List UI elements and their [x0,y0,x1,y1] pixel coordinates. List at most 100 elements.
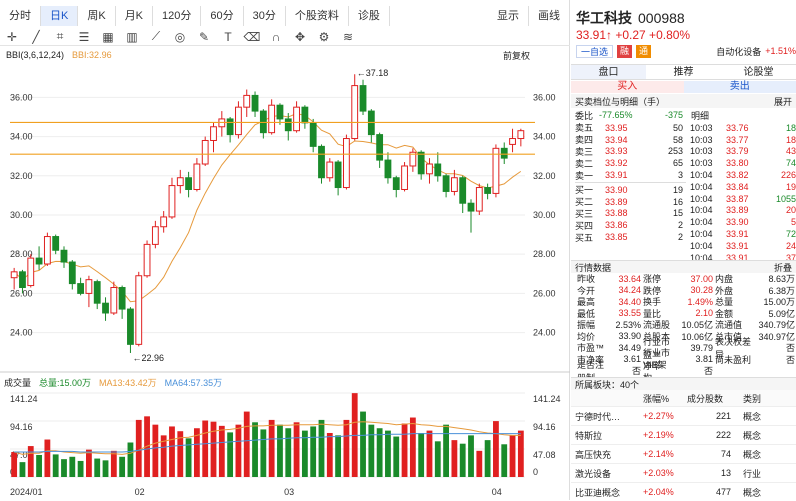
bars-icon[interactable]: ▥ [120,30,144,44]
volume-bar[interactable] [119,457,125,477]
gear-icon[interactable]: ⚙ [312,30,336,44]
tab-6[interactable]: 30分 [244,6,286,26]
tab-4[interactable]: 120分 [153,6,201,26]
volume-bar[interactable] [518,431,524,477]
candle[interactable] [28,254,34,287]
eraser-icon[interactable]: ⌫ [240,30,264,44]
volume-bar[interactable] [211,422,217,477]
level-row[interactable]: 买三33.8815 [575,208,686,220]
candle[interactable] [219,111,225,136]
candle[interactable] [485,184,491,200]
candle[interactable] [260,109,266,138]
level-row[interactable]: 卖一33.913 [575,169,686,181]
volume-bar[interactable] [418,433,424,477]
candle[interactable] [277,103,283,125]
volume-bar[interactable] [202,421,208,477]
candle[interactable] [402,162,408,191]
tab-3[interactable]: 月K [116,6,153,26]
volume-bar[interactable] [219,426,225,477]
candle[interactable] [302,105,308,129]
candle[interactable] [119,286,125,319]
volume-bar[interactable] [476,451,482,477]
candle[interactable] [310,119,316,152]
volume-bar[interactable] [410,418,416,477]
volume-bar[interactable] [402,423,408,477]
volume-bar[interactable] [385,431,391,477]
fold-button[interactable]: 折叠 [774,261,792,273]
candle[interactable] [161,211,167,233]
volume-bar[interactable] [152,425,158,477]
candle[interactable] [435,152,441,181]
candle[interactable] [94,280,100,309]
volume-bar[interactable] [319,420,325,477]
volume-bar[interactable] [20,462,26,477]
candle[interactable] [377,133,383,168]
volume-bar[interactable] [44,440,50,477]
volume-bar[interactable] [111,451,117,477]
volume-bar[interactable] [485,440,491,477]
candle[interactable] [385,152,391,183]
volume-bar[interactable] [269,420,275,477]
volume-bar[interactable] [393,437,399,477]
volume-bar[interactable] [327,433,333,477]
sector-row[interactable]: 比亚迪概念+2.04%477概念 [571,482,796,501]
list-icon[interactable]: ☰ [72,30,96,44]
candle[interactable] [468,199,474,232]
volume-bar[interactable] [86,450,92,477]
volume-bar[interactable] [78,461,84,477]
level-row[interactable]: 买二33.8916 [575,196,686,208]
price-chart[interactable]: 24.0024.0026.0026.0028.0028.0030.0030.00… [0,62,570,374]
candle[interactable] [78,278,84,296]
candle[interactable] [211,123,217,152]
grid-icon[interactable]: ▦ [96,30,120,44]
volume-bar[interactable] [69,457,75,477]
candle[interactable] [427,158,433,183]
candle[interactable] [460,176,466,213]
tab-5[interactable]: 60分 [201,6,243,26]
volume-bar[interactable] [443,425,449,477]
candle[interactable] [202,137,208,166]
volume-bar[interactable] [28,446,34,477]
volume-bar[interactable] [493,421,499,477]
candle[interactable] [103,297,109,321]
sector-row[interactable]: 激光设备+2.03%13行业 [571,463,796,482]
right-tab-2[interactable]: 论股堂 [721,65,796,79]
sector-row[interactable]: 宁德时代…+2.27%221概念 [571,406,796,425]
tab-1[interactable]: 日K [41,6,78,26]
volume-bar[interactable] [277,425,283,477]
candle[interactable] [44,233,50,266]
candle[interactable] [111,282,117,315]
sector-name[interactable]: 自动化设备 [716,45,761,58]
candle[interactable] [294,101,300,132]
candle[interactable] [410,148,416,172]
volume-bar[interactable] [94,459,100,477]
sector-row[interactable]: 高压快充+2.14%74概念 [571,444,796,463]
volume-bar[interactable] [236,425,242,477]
candle[interactable] [327,158,333,182]
volume-bar[interactable] [36,455,42,477]
sell-button[interactable]: 卖出 [684,81,796,93]
candle[interactable] [144,240,150,277]
volume-bar[interactable] [460,444,466,477]
sector-row[interactable]: 特斯拉+2.19%222概念 [571,425,796,444]
volume-bar[interactable] [377,428,383,477]
volume-bar[interactable] [260,429,266,477]
candle[interactable] [128,307,134,353]
candle[interactable] [152,221,158,248]
volume-chart[interactable]: 141.24141.2494.1694.1647.0847.08002024/0… [0,389,570,499]
candle[interactable] [69,260,75,289]
candle[interactable] [510,129,516,153]
volume-bar[interactable] [501,444,507,477]
crosshair-icon[interactable]: ✛ [0,30,24,44]
candle[interactable] [360,80,366,115]
candle[interactable] [344,135,350,190]
volume-bar[interactable] [103,460,109,477]
volume-bar[interactable] [11,452,17,477]
volume-bar[interactable] [427,431,433,477]
right-tab-1[interactable]: 推荐 [646,65,721,79]
right-tab-0[interactable]: 盘口 [571,65,646,79]
candle[interactable] [319,144,325,183]
tab-7[interactable]: 个股资料 [286,6,349,26]
tab-right-0[interactable]: 显示 [488,6,529,26]
candle[interactable] [86,276,92,307]
